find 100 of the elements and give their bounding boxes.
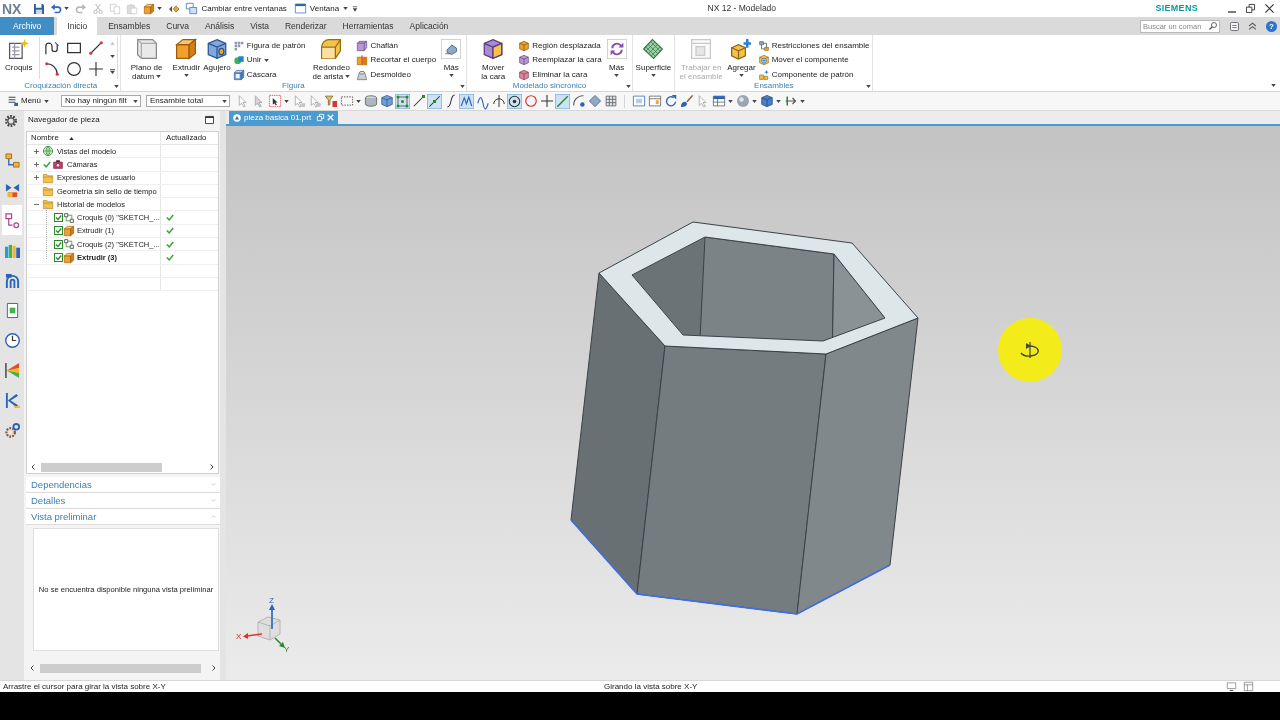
ribbon-button[interactable]: Desmoldeo: [357, 68, 437, 82]
undo-arrow-icon[interactable]: [50, 3, 61, 14]
diamond-arrow-icon[interactable]: [168, 3, 179, 14]
ribbon-button[interactable]: Más: [603, 37, 630, 77]
ribbon-button[interactable]: Más: [438, 37, 465, 77]
cube-icon[interactable]: [760, 95, 773, 107]
ribbon-button[interactable]: Eliminar la cara: [519, 68, 602, 82]
slash-icon[interactable]: [555, 93, 570, 109]
ribbon-button[interactable]: Figura de patrón: [233, 39, 306, 53]
window-grid-icon[interactable]: [648, 95, 661, 107]
selection-box-icon[interactable]: [268, 95, 281, 107]
ribbon-button[interactable]: Extrudir: [171, 37, 202, 77]
caret-icon[interactable]: [356, 99, 361, 103]
ribbon-tab[interactable]: Inicio: [57, 17, 98, 35]
gallery-more-icon[interactable]: [109, 68, 115, 74]
cylinder-icon[interactable]: [364, 95, 377, 107]
funnel-icon[interactable]: [324, 95, 337, 107]
display-icon[interactable]: [1227, 682, 1236, 691]
section-header[interactable]: Dependencias: [26, 477, 220, 493]
ribbon-button[interactable]: Mover la cara: [469, 37, 518, 81]
plus-icon[interactable]: [88, 61, 103, 76]
caret-icon[interactable]: [866, 85, 872, 88]
checkbox[interactable]: [54, 226, 63, 236]
plus-icon[interactable]: [540, 95, 553, 107]
rotate-arrows-icon[interactable]: [664, 95, 677, 107]
ribbon-button[interactable]: Unir: [233, 53, 306, 67]
ribbon-button[interactable]: Chaflán: [357, 39, 437, 53]
ribbon-button[interactable]: Restricciones del ensamble: [758, 39, 870, 53]
caret-icon[interactable]: [284, 99, 289, 103]
ribbon-button[interactable]: Croquis: [4, 37, 34, 72]
save-icon[interactable]: [33, 3, 44, 14]
settings-icon[interactable]: [5, 115, 17, 127]
table-icon[interactable]: [712, 95, 725, 107]
line-end-icon[interactable]: [412, 95, 425, 107]
caret-icon[interactable]: [157, 7, 163, 10]
caret-icon[interactable]: [64, 7, 70, 10]
checkbox[interactable]: [54, 253, 63, 262]
ribbon-button[interactable]: Cáscara: [233, 68, 306, 82]
scroll-left-icon[interactable]: [30, 665, 34, 671]
ribbon-tab[interactable]: Análisis: [196, 17, 243, 35]
rectangle-icon[interactable]: [66, 40, 81, 55]
sort-ascending-icon[interactable]: [68, 136, 74, 140]
arc-icon[interactable]: [44, 61, 59, 76]
ribbon-button[interactable]: Reemplazar la cara: [519, 53, 602, 67]
file-menu-tab[interactable]: Archivo: [0, 17, 55, 35]
expand-icon[interactable]: [34, 161, 39, 167]
expand-icon[interactable]: [34, 148, 39, 154]
line-icon[interactable]: [88, 40, 103, 55]
brush-icon[interactable]: [680, 95, 693, 107]
scrollbar-thumb[interactable]: [40, 663, 201, 673]
circle-icon[interactable]: [66, 61, 81, 76]
curve-icon[interactable]: [444, 95, 457, 107]
arrows-icon[interactable]: [784, 95, 797, 107]
dashed-rectangle-icon[interactable]: [340, 95, 353, 107]
scroll-down-icon[interactable]: [109, 55, 115, 59]
collapse-chevron-icon[interactable]: [1248, 22, 1257, 30]
diamond-icon[interactable]: [588, 95, 601, 107]
frame-icon[interactable]: [632, 95, 645, 107]
tangent-icon[interactable]: [492, 95, 505, 107]
ribbon-button[interactable]: Región desplazada: [519, 39, 602, 53]
switch-windows-button[interactable]: Cambiar entre ventanas: [186, 3, 287, 14]
line-midpoint-icon[interactable]: [427, 93, 442, 109]
ribbon-tab[interactable]: Aplicación: [401, 17, 457, 35]
grid-block-icon[interactable]: [604, 95, 617, 107]
caret-icon[interactable]: [800, 99, 805, 103]
wave-icon[interactable]: [476, 95, 489, 107]
ribbon-tab[interactable]: Renderizar: [277, 17, 335, 35]
expand-icon[interactable]: [34, 175, 39, 181]
ribbon-button[interactable]: Agregar: [726, 37, 757, 77]
caret-icon[interactable]: [776, 99, 781, 103]
ribbon-button[interactable]: Componente de patrón: [758, 68, 870, 82]
cube-icon[interactable]: [380, 95, 393, 107]
scrollbar-thumb[interactable]: [41, 462, 162, 472]
scroll-right-icon[interactable]: [212, 665, 216, 671]
help-button[interactable]: ?: [1266, 20, 1277, 32]
ribbon-options-icon[interactable]: [1230, 21, 1239, 31]
ribbon-tab[interactable]: Curva: [158, 17, 197, 35]
selection-filter-dropdown[interactable]: No hay ningún filt: [61, 95, 141, 107]
section-header[interactable]: Vista preliminar: [26, 509, 220, 525]
ribbon-button[interactable]: Recortar el cuerpo: [357, 53, 437, 67]
block-icon[interactable]: [143, 3, 154, 14]
maximize-icon[interactable]: [205, 115, 214, 124]
checkbox[interactable]: [54, 239, 63, 249]
ribbon-button[interactable]: Agujero: [202, 37, 232, 72]
ribbon-button[interactable]: Mover el componente: [758, 53, 870, 67]
ribbon-tab[interactable]: Ensambles: [100, 17, 159, 35]
close-icon[interactable]: [1265, 4, 1274, 13]
section-header[interactable]: Detalles: [26, 493, 220, 509]
layout-icon[interactable]: [1244, 682, 1253, 691]
ribbon-button[interactable]: Redondeo de arista: [307, 37, 356, 81]
ribbon-button[interactable]: Superficie: [634, 37, 673, 77]
checkbox[interactable]: [54, 213, 63, 223]
circle-center-icon[interactable]: [507, 93, 522, 109]
scope-dropdown[interactable]: Ensamble total: [146, 95, 230, 107]
scroll-right-icon[interactable]: [210, 464, 214, 470]
caret-icon[interactable]: [113, 85, 119, 88]
zigzag-icon[interactable]: [459, 93, 474, 109]
resource-tab[interactable]: [2, 205, 22, 235]
caret-icon[interactable]: [625, 85, 631, 88]
window-menu-button[interactable]: Ventana: [294, 3, 349, 14]
